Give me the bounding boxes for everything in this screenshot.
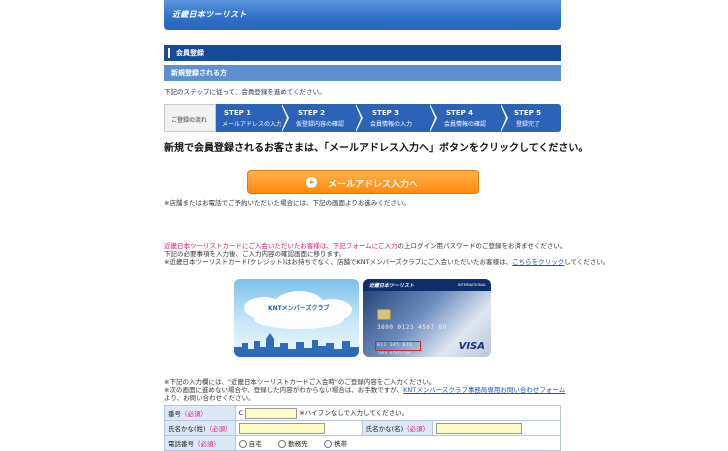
card-notice-line3-post: してください。 (564, 258, 610, 266)
section-title-bar: 会員登録 (164, 45, 561, 61)
credit-card-name: TARO KINTETSU (377, 351, 411, 355)
surname-label-cell: 氏名かな(姓)（必須） (164, 420, 236, 436)
headline: 新規で会員登録されるお客さまは、「メールアドレス入力へ」ボタンをクリックしてくだ… (164, 143, 589, 154)
mobile-radio[interactable] (324, 440, 333, 448)
member-number-input[interactable] (245, 407, 298, 419)
play-circle-icon (306, 177, 317, 188)
card-notice-line3-pre: ※近畿日本ツーリストカード(クレジット)はお持ちでなく、店舗でKNTメンバーズク… (164, 258, 513, 266)
home-radio[interactable] (238, 440, 247, 448)
card-notice-line3: ※近畿日本ツーリストカード(クレジット)はお持ちでなく、店舗でKNTメンバーズク… (164, 256, 609, 266)
number-input-cell: C ※ハイフンなしで入力してください。 (234, 405, 562, 421)
phone-label: 電話番号 (168, 440, 194, 448)
number-prefix: C (238, 409, 244, 418)
work-radio[interactable] (278, 440, 287, 448)
surname-kana-input[interactable] (238, 422, 325, 434)
chip-icon (377, 309, 391, 320)
phone-type-cell: 自宅 勤務先 携帯 (234, 435, 562, 451)
inquiry-form-link[interactable]: KNTメンバーズクラブ事務局専用お問い合わせフォーム (403, 386, 565, 394)
step-2-number: STEP 2 (298, 109, 326, 117)
surname-input-cell (234, 420, 363, 436)
form-note-line3: より、お問い合わせください。 (164, 394, 255, 402)
step-3-number: STEP 3 (372, 109, 400, 117)
step-2-label: 仮登録内容の確認 (296, 121, 345, 128)
surname-label: 氏名かな(姓) (168, 425, 206, 433)
given-name-label-cell: 氏名かな(名)（必須） (361, 420, 434, 436)
given-name-kana-input[interactable] (436, 422, 523, 434)
intro-text: 下記のステップに従って、会員登録を進めてください。 (164, 88, 326, 96)
site-header: 近畿日本ツーリスト (164, 0, 561, 30)
card-notice-line1-rest: の上ログイン用パスワードのご登録をお済ませください。 (397, 242, 567, 250)
form-row-number: 番号（必須） C ※ハイフンなしで入力してください。 (164, 405, 562, 421)
click-here-link[interactable]: こちらをクリック (512, 258, 564, 266)
sub-title-bar: 新規登録される方 (164, 65, 561, 81)
step-5: STEP 5 登録完了 (506, 104, 561, 132)
store-note: ※店舗またはお電話でご予約いただいた場合には、下記の画面よりお進みください。 (164, 199, 410, 207)
page-wrapper: 近畿日本ツーリスト 会員登録 新規登録される方 下記のステップに従って、会員登録… (164, 0, 609, 451)
form-row-phone: 電話番号（必須） 自宅 勤務先 携帯 (164, 435, 562, 451)
sub-title: 新規登録される方 (171, 69, 227, 77)
number-hint: ※ハイフンなしで入力してください。 (299, 409, 409, 418)
step-divider-inner (429, 104, 435, 132)
given-name-label: 氏名かな(名) (365, 425, 404, 433)
member-number-highlight (375, 341, 421, 351)
phone-label-cell: 電話番号（必須） (164, 435, 236, 451)
email-input-button-label: メールアドレス入力へ (328, 180, 419, 190)
step-2: STEP 2 仮登録内容の確認 (290, 104, 362, 132)
step-5-label: 登録完了 (516, 121, 541, 128)
step-4-number: STEP 4 (446, 109, 474, 117)
step-1-label: メールアドレスの入力 (222, 121, 283, 128)
credit-card-intl: INTERNATIONAL (457, 283, 486, 287)
site-logo[interactable]: 近畿日本ツーリスト (172, 9, 247, 20)
mobile-radio-label: 携帯 (334, 440, 348, 448)
visa-logo: VISA (458, 341, 485, 352)
credit-card-number: 3800 0123 4567 89 (377, 324, 447, 331)
step-1-number: STEP 1 (224, 109, 252, 117)
member-form: 番号（必須） C ※ハイフンなしで入力してください。 氏名かな(姓)（必須） 氏… (164, 405, 562, 451)
step-4-label: 会員情報の確認 (444, 121, 487, 128)
step-divider-inner (355, 104, 361, 132)
step-5-number: STEP 5 (514, 109, 542, 117)
required-badge: （必須） (194, 440, 220, 448)
steps-flow-label-box: ご登録の流れ (164, 104, 216, 132)
cloud-shape (254, 309, 344, 329)
step-3-label: 会員情報の入力 (370, 121, 413, 128)
city-skyline-icon (234, 333, 359, 357)
knt-members-card-image: KNTメンバーズクラブ (234, 279, 359, 357)
member-form-table: 番号（必須） C ※ハイフンなしで入力してください。 氏名かな(姓)（必須） 氏… (164, 405, 562, 451)
form-row-name: 氏名かな(姓)（必須） 氏名かな(名)（必須） (164, 420, 561, 436)
registration-steps: ご登録の流れ STEP 1 メールアドレスの入力 STEP 2 仮登録内容の確認… (164, 104, 561, 132)
step-3: STEP 3 会員情報の入力 (364, 104, 436, 132)
steps-flow-label: ご登録の流れ (171, 117, 208, 124)
members-card-label: KNTメンバーズクラブ (268, 305, 330, 312)
email-input-button[interactable]: メールアドレス入力へ (247, 170, 479, 194)
required-badge: （必須） (181, 410, 207, 418)
section-title: 会員登録 (176, 49, 204, 57)
number-label-cell: 番号（必須） (164, 405, 236, 421)
work-radio-label: 勤務先 (288, 440, 308, 448)
step-divider-inner (281, 104, 287, 132)
home-radio-label: 自宅 (248, 440, 262, 448)
number-label: 番号 (168, 410, 181, 418)
title-accent (168, 48, 170, 58)
given-name-input-cell (432, 420, 561, 436)
required-badge: （必須） (403, 425, 430, 433)
credit-card-brand: 近畿日本ツーリスト (369, 283, 415, 289)
step-1: STEP 1 メールアドレスの入力 (216, 104, 288, 132)
knt-credit-card-image: 近畿日本ツーリスト INTERNATIONAL 3800 0123 4567 8… (363, 279, 491, 357)
required-badge: （必須） (205, 425, 232, 433)
